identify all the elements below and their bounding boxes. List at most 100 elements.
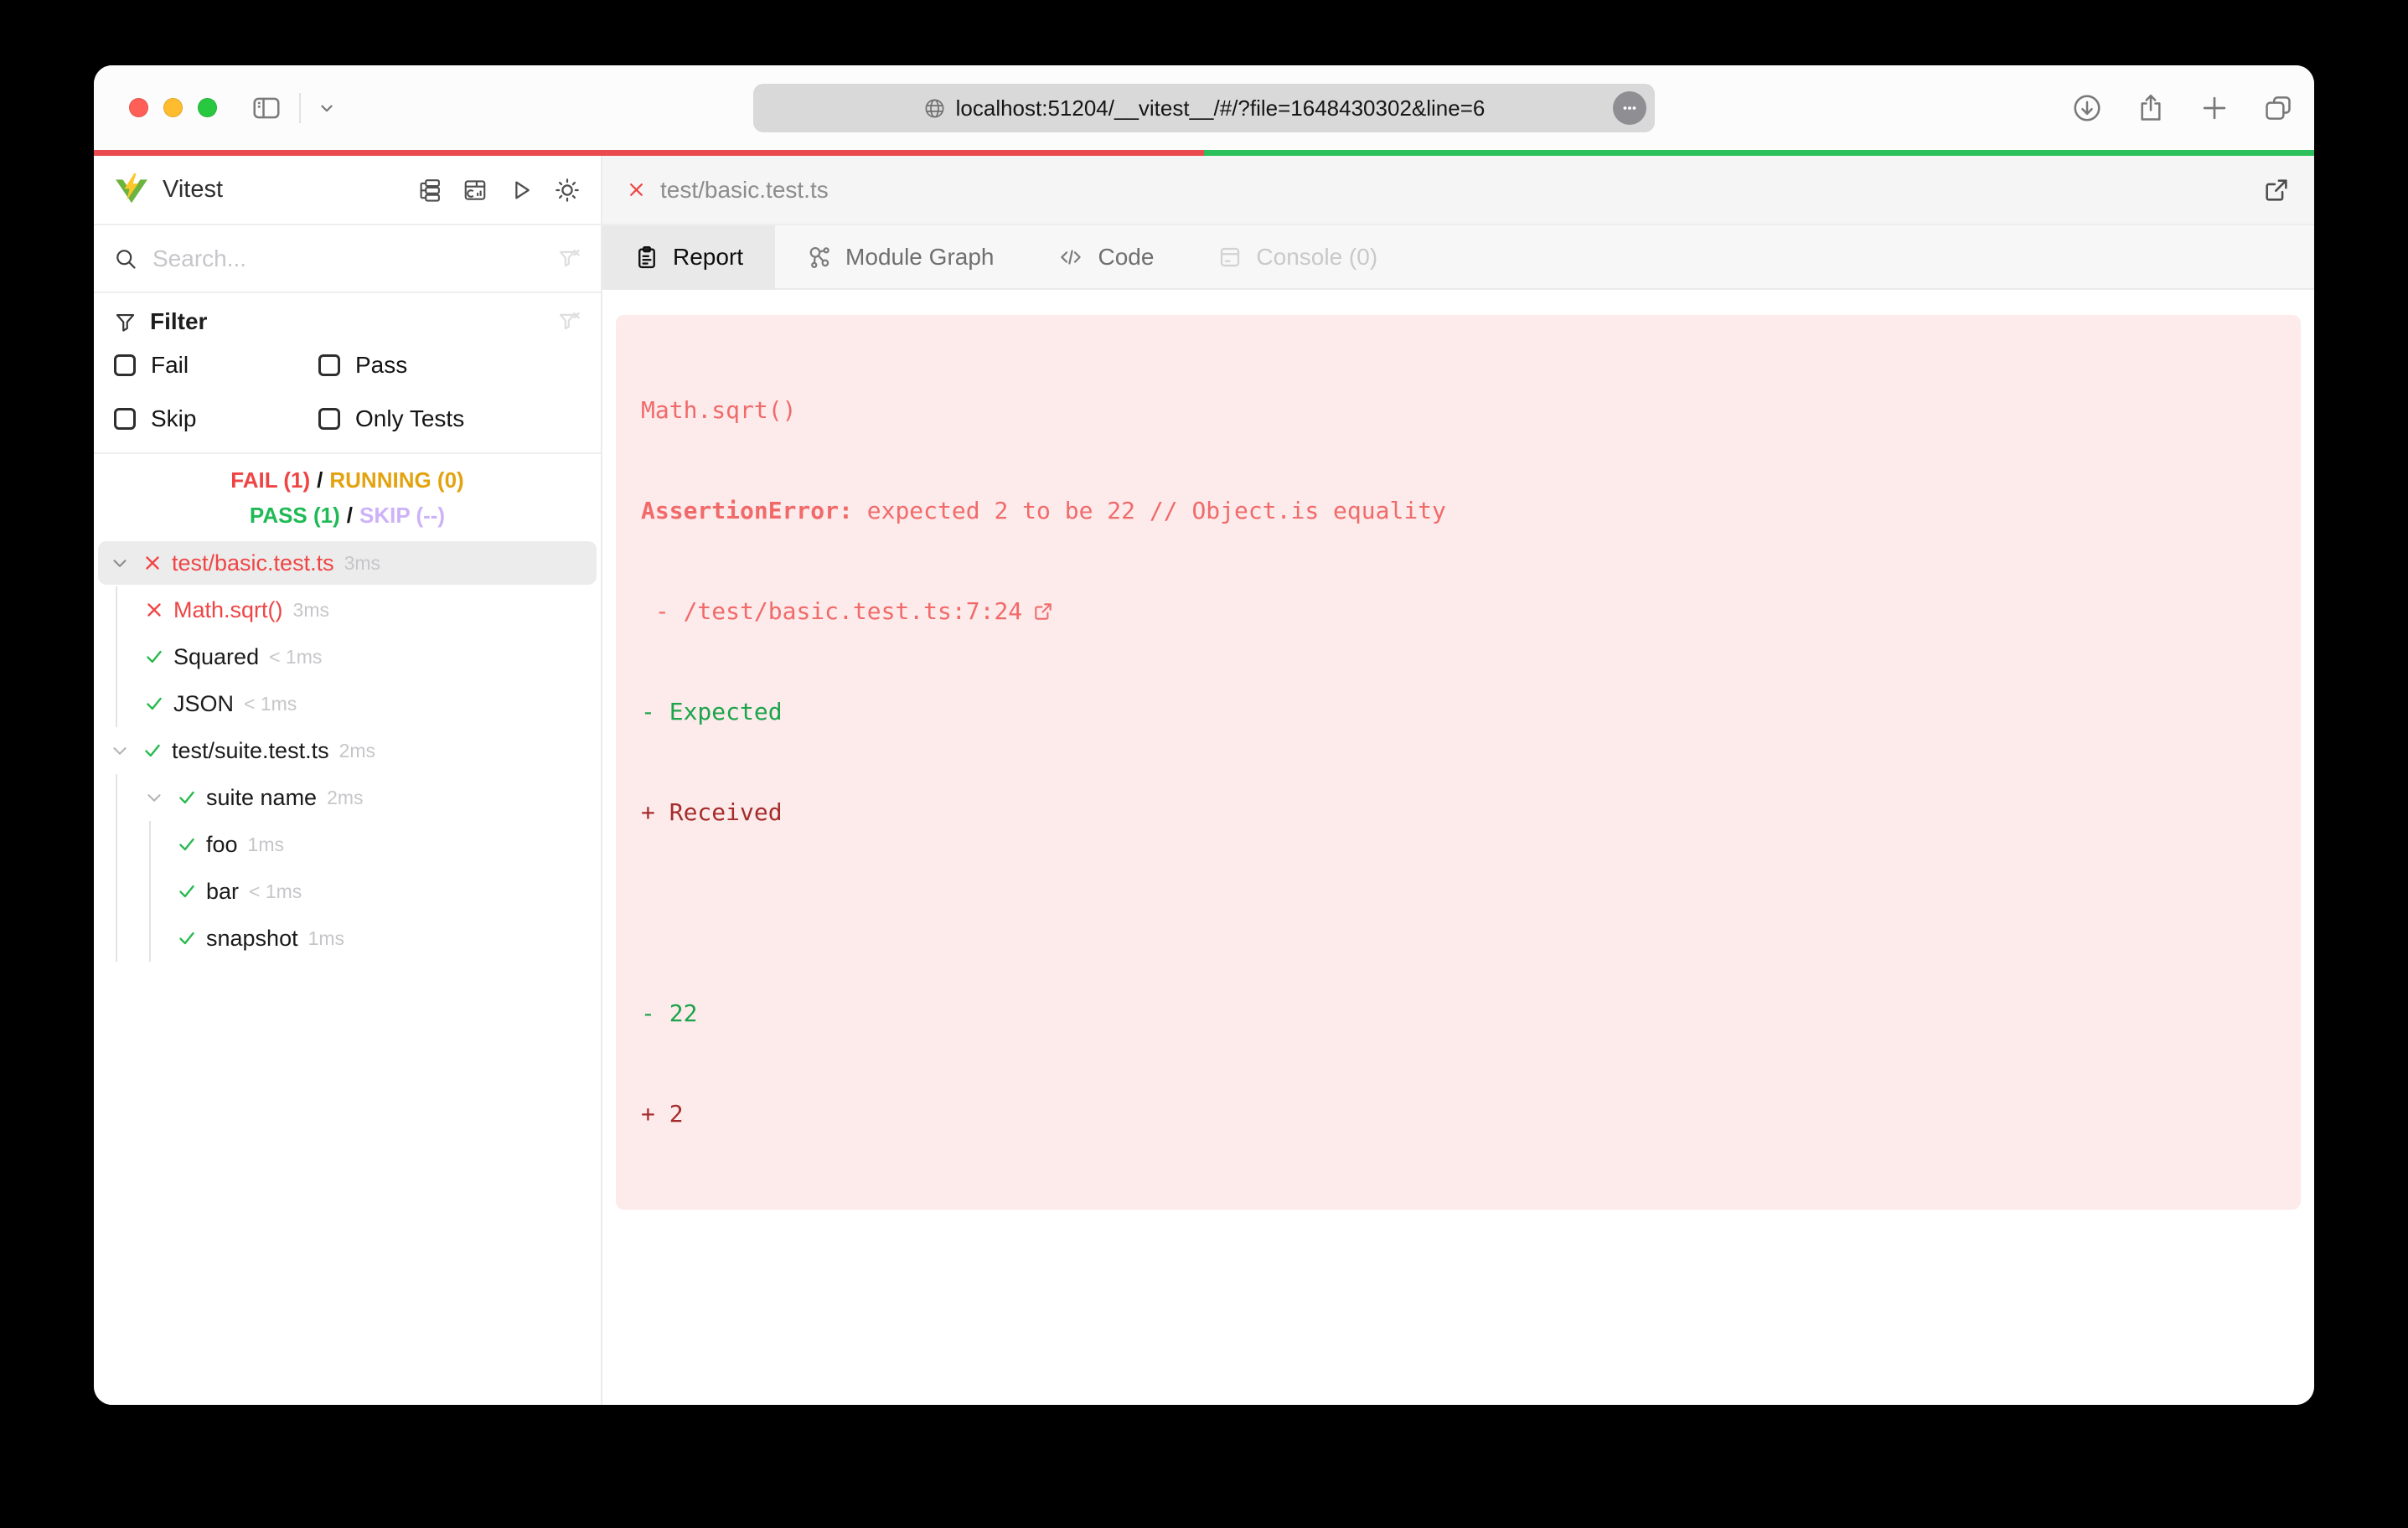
tree-row-test-json[interactable]: JSON < 1ms — [94, 680, 601, 727]
tree-row-test-bar[interactable]: bar < 1ms — [94, 868, 601, 915]
downloads-icon[interactable] — [2071, 92, 2103, 124]
expand-collapse-tree-icon[interactable] — [416, 178, 442, 203]
test-label: snapshot — [206, 925, 298, 951]
filter-section: Filter Fail Pass Skip Only Tests — [94, 293, 601, 454]
run-all-icon[interactable] — [509, 178, 534, 203]
theme-toggle-sun-icon[interactable] — [554, 177, 581, 204]
test-duration: < 1ms — [249, 880, 302, 902]
diff-expected-value: - 22 — [641, 999, 698, 1027]
open-file-name: test/basic.test.ts — [660, 176, 829, 203]
test-label: suite name — [206, 784, 318, 810]
test-label: foo — [206, 831, 238, 857]
checkbox[interactable] — [114, 408, 136, 430]
file-header: test/basic.test.ts — [602, 156, 2314, 225]
view-tabs: Report Module Graph Code Console (0) — [602, 225, 2314, 290]
tree-row-test-foo[interactable]: foo 1ms — [94, 821, 601, 868]
checkbox[interactable] — [318, 354, 340, 376]
new-tab-icon[interactable] — [2199, 92, 2230, 124]
tree-row-file-suite[interactable]: test/suite.test.ts 2ms — [94, 727, 601, 774]
tab-report[interactable]: Report — [602, 225, 776, 288]
clear-search-filter-icon[interactable] — [557, 247, 581, 271]
error-name: AssertionError: — [641, 497, 853, 524]
report-view: Math.sqrt() AssertionError: expected 2 t… — [602, 290, 2314, 1405]
filter-checkbox-only-tests[interactable]: Only Tests — [318, 402, 581, 436]
test-summary: FAIL (1) / RUNNING (0) PASS (1) / SKIP (--) — [94, 454, 601, 539]
code-icon — [1057, 245, 1084, 270]
tab-label: Report — [673, 243, 744, 270]
report-icon — [634, 245, 659, 270]
test-duration: 2ms — [338, 739, 376, 761]
test-duration: 2ms — [327, 786, 364, 808]
tab-overview-icon[interactable] — [2262, 92, 2294, 124]
checkbox[interactable] — [318, 408, 340, 430]
tab-console[interactable]: Console (0) — [1186, 225, 1409, 288]
filter-checkbox-skip[interactable]: Skip — [114, 402, 318, 436]
chevron-down-icon[interactable] — [109, 740, 131, 761]
test-label: test/basic.test.ts — [172, 550, 334, 576]
error-message-line: AssertionError: expected 2 to be 22 // O… — [641, 494, 2276, 528]
search-input[interactable] — [152, 245, 557, 272]
main-panel: test/basic.test.ts Report Module Graph C… — [602, 156, 2314, 1405]
tree-row-test-snapshot[interactable]: snapshot 1ms — [94, 915, 601, 962]
pass-check-icon — [176, 834, 198, 855]
chevron-down-icon[interactable] — [318, 99, 336, 117]
chevron-down-icon[interactable] — [109, 552, 131, 574]
status-running: RUNNING (0) — [329, 467, 464, 493]
share-icon[interactable] — [2135, 92, 2167, 124]
test-progress-bar — [94, 150, 2314, 156]
globe-icon — [923, 97, 946, 120]
filter-checkbox-fail[interactable]: Fail — [114, 348, 318, 382]
funnel-icon — [114, 311, 137, 333]
test-duration: 1ms — [307, 927, 345, 949]
tab-code[interactable]: Code — [1026, 225, 1186, 288]
pass-check-icon — [143, 646, 165, 668]
fail-x-icon — [142, 552, 163, 574]
status-separator: / — [317, 467, 323, 493]
checkbox-label: Pass — [355, 352, 408, 378]
vitest-logo — [114, 173, 149, 207]
test-label: Squared — [173, 643, 260, 669]
tree-row-test-squared[interactable]: Squared < 1ms — [94, 633, 601, 680]
error-panel: Math.sqrt() AssertionError: expected 2 t… — [616, 315, 2301, 1210]
filter-title: Filter — [150, 308, 208, 334]
tree-row-suite-name[interactable]: suite name 2ms — [94, 774, 601, 821]
error-test-name: Math.sqrt() — [641, 396, 797, 424]
chevron-down-icon[interactable] — [143, 787, 165, 808]
status-fail: FAIL (1) — [230, 467, 311, 493]
url-text: localhost:51204/__vitest__/#/?file=16484… — [955, 95, 1486, 121]
pass-check-icon — [143, 693, 165, 715]
external-link-icon[interactable] — [1032, 601, 1054, 622]
test-duration: 3ms — [344, 551, 381, 574]
checkbox[interactable] — [114, 354, 136, 376]
zoom-window-button[interactable] — [198, 98, 217, 117]
test-label: JSON — [173, 690, 235, 716]
diff-received-label: + Received — [641, 798, 783, 826]
sidebar-toggle-icon[interactable] — [251, 92, 282, 124]
tree-row-test-math-sqrt[interactable]: Math.sqrt() 3ms — [94, 586, 601, 633]
traffic-lights — [129, 98, 217, 117]
clear-filter-icon[interactable] — [557, 310, 581, 333]
error-message: expected 2 to be 22 // Object.is equalit… — [852, 497, 1446, 524]
address-bar[interactable]: localhost:51204/__vitest__/#/?file=16484… — [753, 84, 1655, 132]
filter-checkbox-pass[interactable]: Pass — [318, 348, 581, 382]
close-window-button[interactable] — [129, 98, 148, 117]
browser-window: localhost:51204/__vitest__/#/?file=16484… — [94, 65, 2314, 1405]
page-options-button[interactable] — [1613, 91, 1646, 125]
test-duration: 3ms — [292, 598, 329, 621]
toolbar-divider — [299, 92, 301, 123]
tab-label: Code — [1098, 243, 1155, 270]
dashboard-icon[interactable] — [462, 178, 488, 203]
open-in-editor-icon[interactable] — [2262, 176, 2291, 204]
console-icon — [1217, 245, 1243, 270]
test-tree: test/basic.test.ts 3ms Math.sqrt() 3ms S… — [94, 539, 601, 1405]
tab-module-graph[interactable]: Module Graph — [775, 225, 1026, 288]
browser-toolbar: localhost:51204/__vitest__/#/?file=16484… — [94, 65, 2314, 150]
stack-prefix: - — [641, 597, 684, 625]
diff-blank-line — [641, 896, 2276, 930]
stack-location-link[interactable]: /test/basic.test.ts:7:24 — [684, 595, 1023, 628]
tab-label: Module Graph — [845, 243, 995, 270]
module-graph-icon — [807, 245, 832, 270]
pass-check-icon — [176, 880, 198, 902]
tree-row-file-basic[interactable]: test/basic.test.ts 3ms — [94, 539, 601, 586]
minimize-window-button[interactable] — [163, 98, 183, 117]
